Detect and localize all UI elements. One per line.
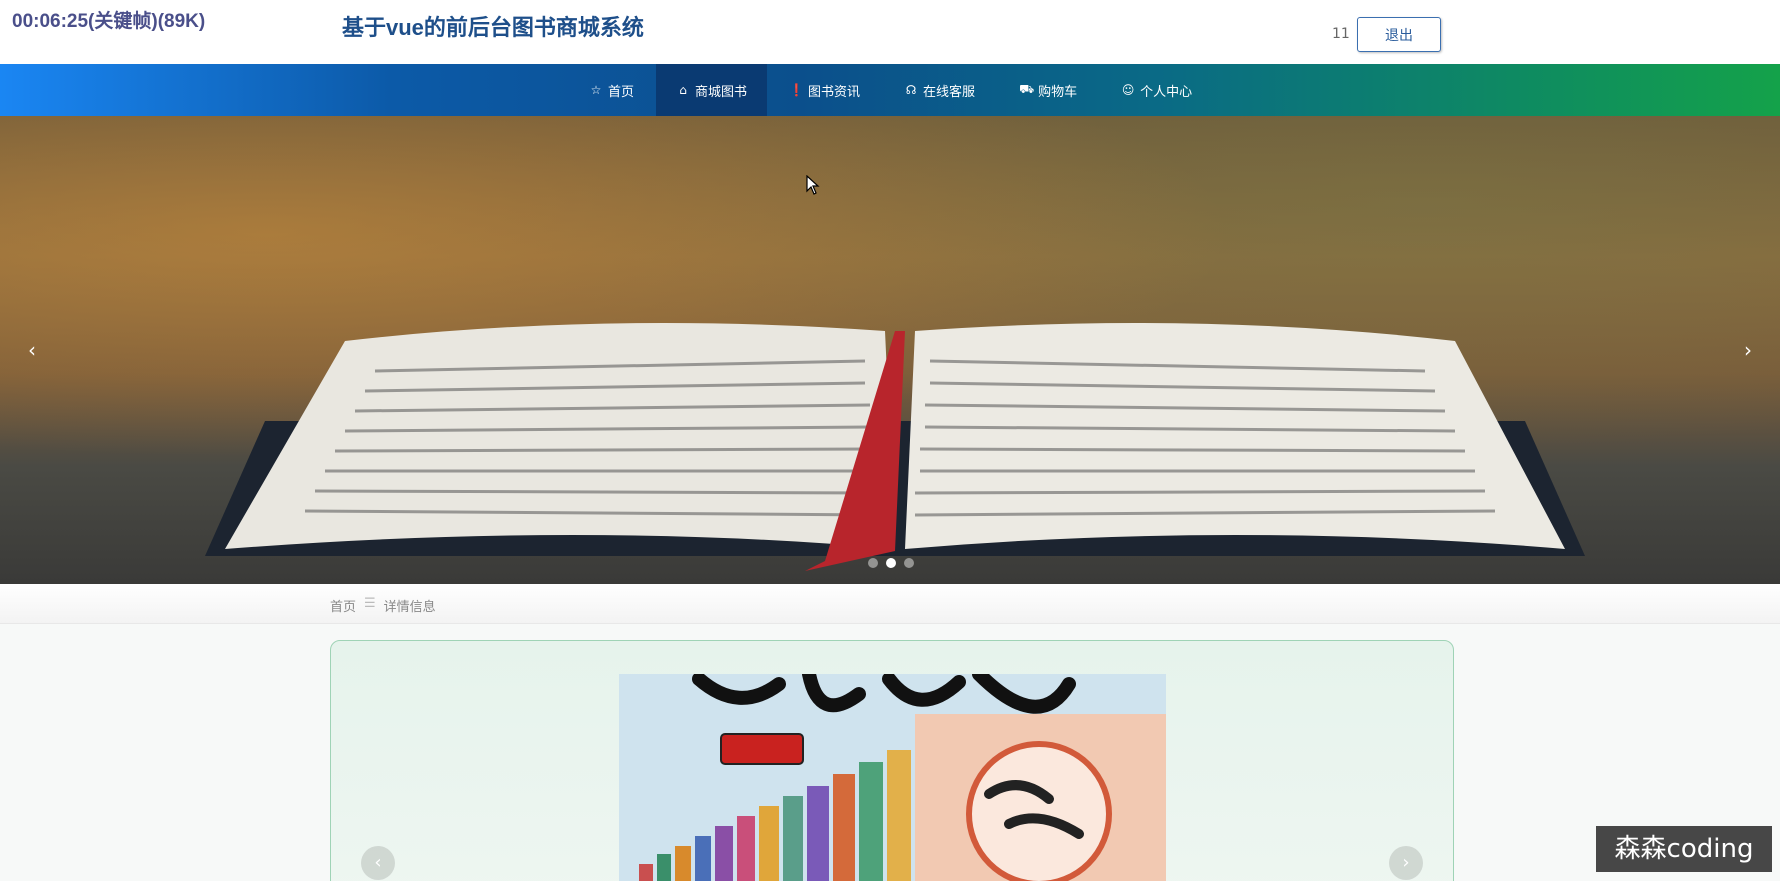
user-icon: ☺ [1121,83,1135,97]
shopping-bag-icon: ⌂ [679,83,687,97]
nav-item-label: 购物车 [1038,84,1078,100]
nav-item-books[interactable]: ⌂ 商城图书 [656,64,768,116]
mouse-cursor-icon [806,175,820,195]
breadcrumb: 首页 ☰ 详情信息 [330,596,436,615]
nav-item-cart[interactable]: ⛟ 购物车 [997,64,1099,116]
nav-item-home[interactable]: ☆ 首页 [567,64,656,116]
gallery-next-button[interactable]: › [1389,846,1423,880]
breadcrumb-bar: 首页 ☰ 详情信息 [0,584,1780,624]
timecode-overlay: 00:06:25(关键帧)(89K) [12,11,206,32]
breadcrumb-separator-icon: ☰ [364,596,376,611]
book-cover-image[interactable] [619,674,1166,881]
logout-button[interactable]: 退出 [1357,17,1441,52]
carousel-dot[interactable] [904,558,914,568]
info-circle-icon: ❗ [789,83,804,97]
breadcrumb-home-link[interactable]: 首页 [330,596,356,615]
gallery-prev-button[interactable]: ‹ [361,846,395,880]
carousel-prev-arrow[interactable]: ‹ [28,338,36,362]
main-nav: ☆ 首页 ⌂ 商城图书 ❗ 图书资讯 ☊ 在线客服 ⛟ 购物车 ☺ 个人中心 [0,64,1780,116]
carousel-dot[interactable] [868,558,878,568]
nav-item-label: 商城图书 [695,84,748,100]
nav-item-label: 在线客服 [923,84,976,100]
banner-image-open-book [205,323,1585,571]
video-watermark: 森森coding [1596,826,1772,872]
cart-icon: ⛟ [1019,82,1035,96]
site-header: 基于vue的前后台图书商城系统 11 退出 [0,0,1780,64]
nav-item-label: 首页 [608,84,635,100]
banner-carousel[interactable]: ‹ › [0,116,1780,584]
nav-item-news[interactable]: ❗ 图书资讯 [767,64,882,116]
site-title: 基于vue的前后台图书商城系统 [342,15,644,40]
nav-item-support[interactable]: ☊ 在线客服 [882,64,997,116]
star-icon: ☆ [590,83,602,97]
nav-item-label: 图书资讯 [808,84,861,100]
nav-item-profile[interactable]: ☺ 个人中心 [1099,64,1214,116]
carousel-dot-active[interactable] [886,558,896,568]
carousel-next-arrow[interactable]: › [1744,338,1752,362]
breadcrumb-current: 详情信息 [383,600,436,615]
nav-item-label: 个人中心 [1140,84,1193,100]
headset-icon: ☊ [905,83,917,97]
carousel-indicators [868,558,914,568]
username-label: 11 [1332,26,1350,42]
